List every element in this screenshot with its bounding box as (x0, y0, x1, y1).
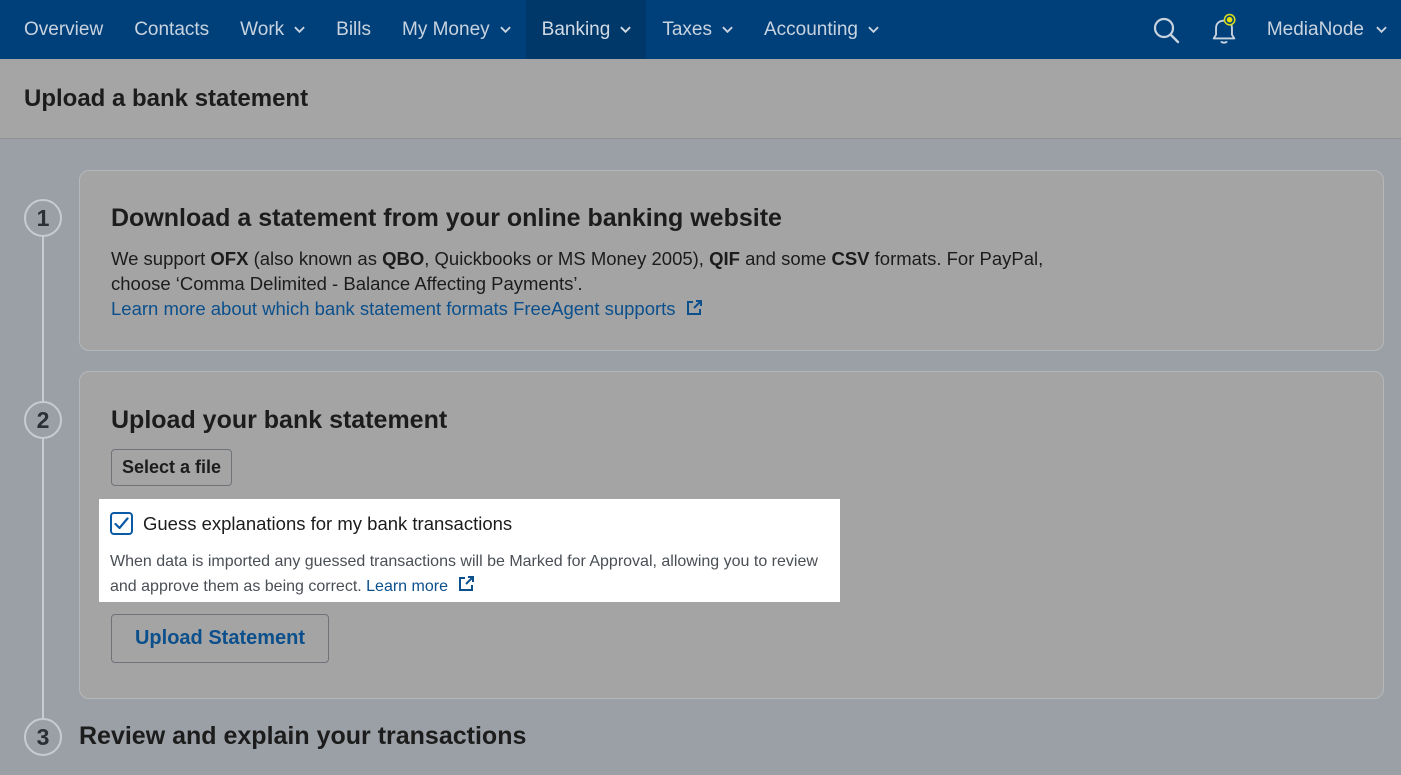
learn-more-link[interactable]: Learn more (366, 576, 475, 595)
nav-right: MediaNode (1151, 0, 1401, 59)
external-link-icon (458, 576, 474, 591)
guess-explanations-label: Guess explanations for my bank transacti… (143, 513, 513, 534)
search-icon (1153, 17, 1180, 43)
nav-item-overview[interactable]: Overview (8, 0, 118, 59)
checkmark-icon (114, 517, 129, 530)
nav-item-taxes[interactable]: Taxes (646, 0, 748, 59)
guess-explanations-help: When data is imported any guessed transa… (110, 553, 818, 595)
step-number-2: 2 (24, 401, 62, 439)
top-nav: Overview Contacts Work Bills My Money Ba… (0, 0, 1401, 59)
step-2-title: Upload your bank statement (111, 406, 448, 434)
guess-explanations-option: Guess explanations for my bank transacti… (99, 499, 840, 602)
upload-statement-button[interactable]: Upload Statement (111, 614, 329, 663)
select-file-button[interactable]: Select a file (111, 449, 233, 486)
step-1-description: We support OFX (also known as QBO, Quick… (111, 248, 1044, 319)
nav-menu: Overview Contacts Work Bills My Money Ba… (0, 0, 894, 59)
guess-explanations-checkbox[interactable] (110, 512, 133, 535)
step-number-1: 1 (24, 199, 62, 237)
step-3-title: Review and explain your transactions (79, 722, 527, 750)
notifications-button[interactable] (1209, 13, 1239, 45)
nav-item-my-money[interactable]: My Money (386, 0, 526, 59)
step-number-3: 3 (24, 718, 62, 756)
chevron-down-icon (868, 26, 879, 34)
search-button[interactable] (1151, 15, 1181, 45)
step-1-title: Download a statement from your online ba… (111, 204, 782, 232)
steps-timeline (42, 232, 44, 722)
nav-item-contacts[interactable]: Contacts (118, 0, 224, 59)
chevron-down-icon (620, 26, 632, 34)
chevron-down-icon (499, 26, 511, 34)
user-name: MediaNode (1266, 18, 1364, 40)
chevron-down-icon (294, 26, 305, 34)
page-header: Upload a bank statement (0, 59, 1401, 139)
external-link-icon (686, 300, 702, 315)
chevron-down-icon (1376, 26, 1387, 34)
user-menu[interactable]: MediaNode (1267, 19, 1387, 41)
formats-learn-more-link[interactable]: Learn more about which bank statement fo… (111, 298, 703, 319)
nav-item-accounting[interactable]: Accounting (748, 0, 894, 59)
nav-item-work[interactable]: Work (224, 0, 320, 59)
bell-icon (1212, 13, 1236, 44)
nav-item-banking[interactable]: Banking (525, 0, 647, 59)
chevron-down-icon (722, 26, 733, 34)
page-title: Upload a bank statement (24, 85, 309, 112)
step-1-card: Download a statement from your online ba… (79, 170, 1384, 351)
nav-item-bills[interactable]: Bills (320, 0, 386, 59)
